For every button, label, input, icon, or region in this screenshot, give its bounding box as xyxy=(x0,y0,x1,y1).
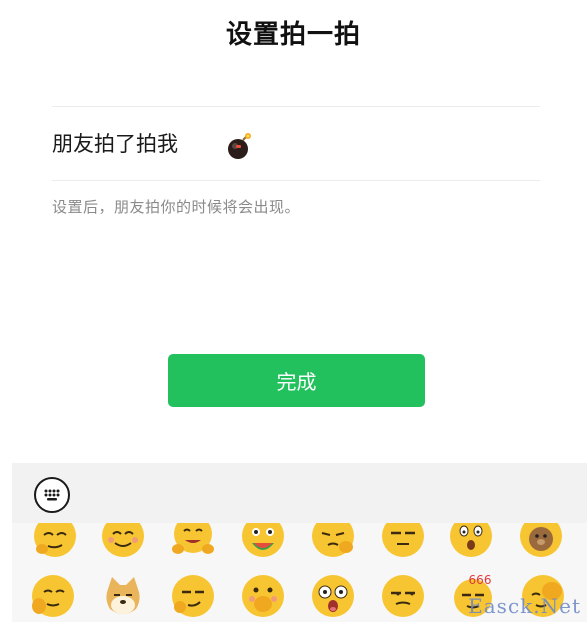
bomb-icon[interactable] xyxy=(226,133,254,161)
666-badge: 666 xyxy=(469,573,492,587)
done-button[interactable]: 完成 xyxy=(168,354,425,407)
keyboard-icon[interactable] xyxy=(34,477,70,513)
smiling-face-icon[interactable] xyxy=(100,523,146,559)
unamused-face-icon[interactable] xyxy=(380,573,426,619)
watermark: Easck.Net xyxy=(468,594,581,618)
emoji-panel-toolbar xyxy=(12,463,587,523)
expressionless-face-icon[interactable] xyxy=(380,523,426,559)
surprised-face-icon[interactable] xyxy=(448,523,494,559)
star-struck-face-icon[interactable] xyxy=(310,573,356,619)
setting-hint: 设置后，朋友拍你的时候将会出现。 xyxy=(52,198,301,216)
hand-over-mouth-face-icon[interactable] xyxy=(240,573,286,619)
smirk-face-icon[interactable] xyxy=(170,573,216,619)
facepalm-face-icon[interactable] xyxy=(310,523,356,559)
divider-top xyxy=(52,106,540,107)
page-title: 设置拍一拍 xyxy=(225,20,361,50)
grinning-watermelon-face-icon[interactable] xyxy=(240,523,286,559)
doge-icon[interactable] xyxy=(100,573,146,619)
divider-bottom xyxy=(52,180,540,181)
hugging-face-icon[interactable] xyxy=(170,523,216,559)
bear-face-icon[interactable] xyxy=(518,523,564,559)
thinking-face-icon[interactable] xyxy=(32,523,78,559)
salute-face-icon[interactable] xyxy=(30,573,76,619)
pat-setting-label[interactable]: 朋友拍了拍我 xyxy=(52,128,178,158)
